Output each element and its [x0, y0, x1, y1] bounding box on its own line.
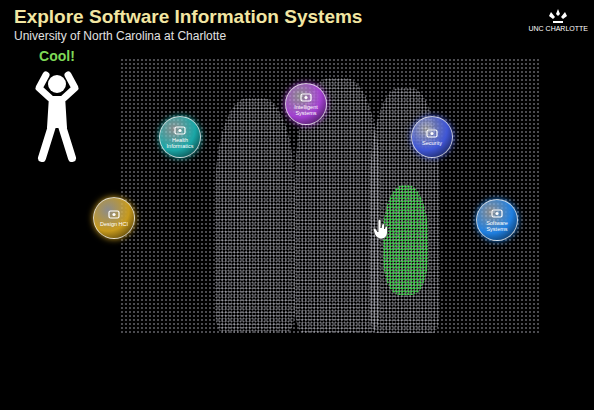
topic-bubble[interactable]: Health Informatics: [159, 116, 201, 158]
gesture-label: Cool!: [39, 48, 75, 64]
unc-logo: UNC CHARLOTTE: [528, 6, 588, 32]
title: Explore Software Information Systems: [14, 6, 362, 28]
depth-camera-frame: [120, 58, 540, 333]
hands-on-head-figure-icon: [32, 66, 82, 162]
topic-icon: [426, 129, 438, 139]
topic-icon: [491, 209, 503, 219]
crown-icon: [547, 8, 569, 24]
topic-bubble[interactable]: Software Systems: [476, 199, 518, 241]
topic-icon: [108, 210, 120, 220]
header: Explore Software Information Systems Uni…: [0, 0, 594, 43]
tracked-hand[interactable]: [383, 185, 428, 295]
topic-bubble[interactable]: Design HCI: [93, 197, 135, 239]
hand-cursor-icon: [372, 218, 390, 240]
subtitle: University of North Carolina at Charlott…: [14, 29, 362, 43]
topic-bubble[interactable]: Intelligent Systems: [285, 83, 327, 125]
topic-icon: [174, 126, 186, 136]
gesture-hint: Cool!: [32, 48, 82, 162]
topic-icon: [300, 93, 312, 103]
topic-bubble[interactable]: Security: [411, 116, 453, 158]
kinect-screen: Explore Software Information Systems Uni…: [0, 0, 594, 410]
